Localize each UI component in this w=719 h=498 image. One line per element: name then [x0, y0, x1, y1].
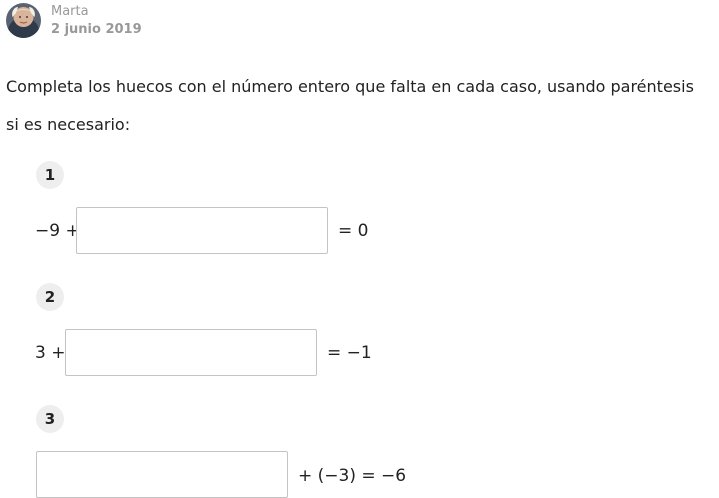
equation-suffix: = −1	[327, 343, 372, 363]
equation-prefix: −9 +	[35, 221, 80, 241]
exercise-number-badge: 3	[36, 405, 64, 433]
avatar[interactable]	[6, 3, 41, 38]
exercise-instructions: Completa los huecos con el número entero…	[6, 77, 694, 134]
equation-prefix: 3 +	[35, 343, 66, 363]
exercise-number-badge: 1	[36, 161, 64, 189]
equation-suffix: = 0	[338, 221, 369, 241]
author-name[interactable]: Marta	[51, 4, 89, 19]
answer-input-1[interactable]	[76, 207, 328, 254]
exercise-number-badge: 2	[36, 283, 64, 311]
post-date: 2 junio 2019	[51, 22, 142, 37]
equation-suffix: + (−3) = −6	[298, 466, 407, 486]
answer-input-3[interactable]	[36, 451, 288, 498]
user-avatar-icon	[6, 3, 41, 38]
answer-input-2[interactable]	[65, 329, 317, 376]
